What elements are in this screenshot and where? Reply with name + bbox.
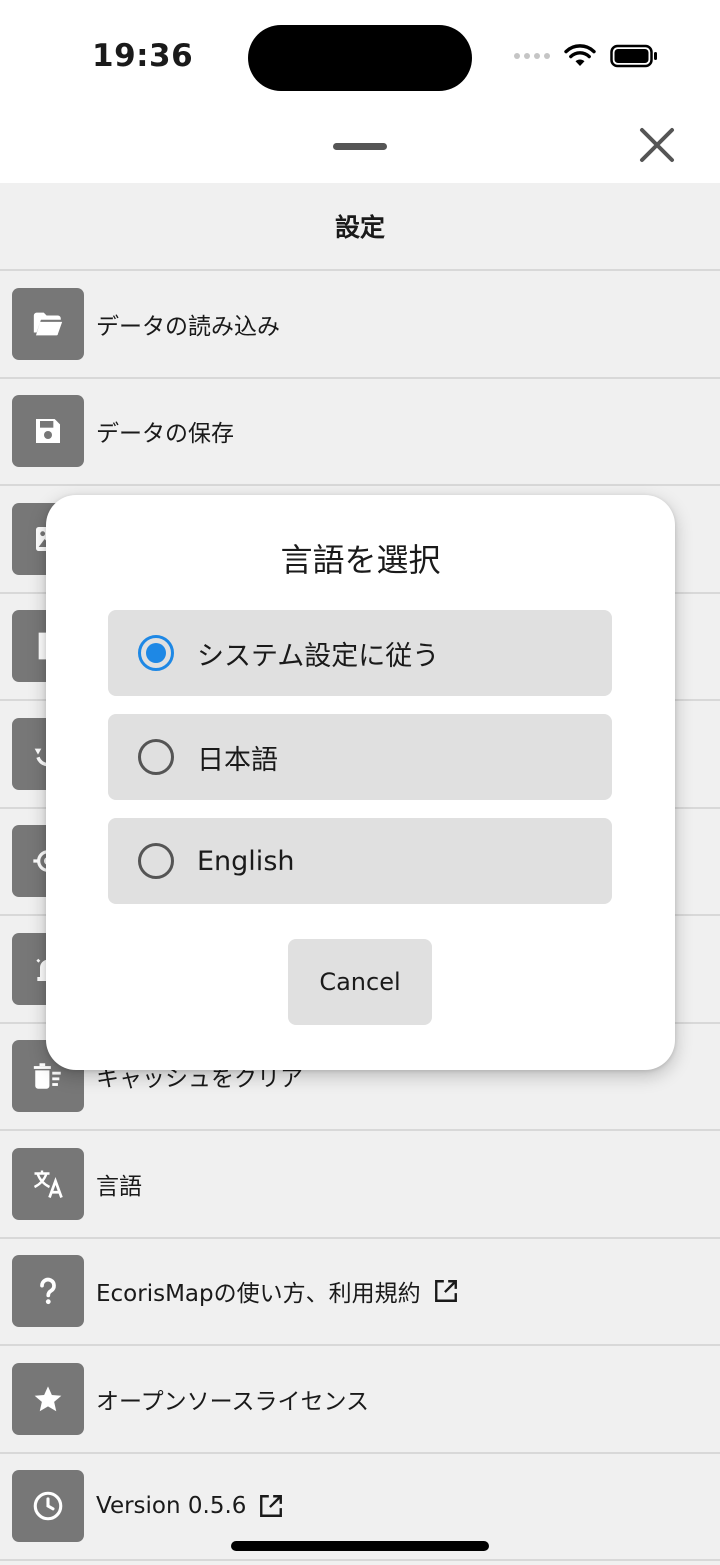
language-dialog: 言語を選択 システム設定に従う 日本語 English Cancel bbox=[46, 495, 675, 1070]
wifi-icon bbox=[564, 44, 596, 66]
close-icon bbox=[640, 128, 674, 162]
language-option-system[interactable]: システム設定に従う bbox=[108, 610, 612, 696]
menu-item-label: Version 0.5.6 bbox=[96, 1493, 247, 1520]
menu-item-label-row: EcorisMapの使い方、利用規約 bbox=[96, 1274, 459, 1308]
radio-unselected-icon[interactable] bbox=[138, 843, 174, 879]
settings-title: 設定 bbox=[0, 183, 720, 271]
sheet-header bbox=[0, 110, 720, 183]
menu-item-help[interactable]: EcorisMapの使い方、利用規約 bbox=[0, 1239, 720, 1346]
menu-item-label: EcorisMapの使い方、利用規約 bbox=[96, 1281, 421, 1308]
screen: 19:36 設定 データの読み込み データの保存 キャッシュをクリア 言語 Ec… bbox=[0, 0, 720, 1565]
language-option-japanese[interactable]: 日本語 bbox=[108, 714, 612, 800]
status-bar: 19:36 bbox=[0, 0, 720, 110]
signal-dots-icon bbox=[514, 53, 550, 59]
option-label: English bbox=[197, 845, 295, 877]
status-time: 19:36 bbox=[92, 38, 194, 74]
status-icons bbox=[514, 44, 658, 68]
open-in-new-icon bbox=[258, 1493, 284, 1519]
language-option-english[interactable]: English bbox=[108, 818, 612, 904]
translate-icon bbox=[12, 1147, 84, 1220]
folder-open-icon bbox=[12, 287, 84, 360]
menu-item-save-data[interactable]: データの保存 bbox=[0, 379, 720, 486]
clock-icon bbox=[12, 1470, 84, 1543]
battery-icon bbox=[610, 44, 657, 68]
option-label: システム設定に従う bbox=[197, 640, 440, 672]
open-in-new-icon bbox=[433, 1278, 459, 1304]
grabber-handle[interactable] bbox=[333, 143, 387, 150]
option-label: 日本語 bbox=[197, 744, 278, 776]
menu-item-label: データの読み込み bbox=[96, 313, 280, 340]
home-indicator bbox=[231, 1541, 489, 1551]
close-button[interactable] bbox=[634, 122, 680, 168]
dynamic-island bbox=[248, 25, 472, 91]
dialog-title: 言語を選択 bbox=[280, 541, 441, 579]
menu-item-load-data[interactable]: データの読み込み bbox=[0, 271, 720, 379]
cancel-button[interactable]: Cancel bbox=[288, 939, 432, 1025]
radio-selected-icon[interactable] bbox=[138, 635, 174, 671]
menu-item-language[interactable]: 言語 bbox=[0, 1131, 720, 1239]
menu-item-label-row: Version 0.5.6 bbox=[96, 1493, 284, 1519]
menu-item-label: データの保存 bbox=[96, 421, 234, 448]
menu-item-licenses[interactable]: オープンソースライセンス bbox=[0, 1346, 720, 1454]
save-icon bbox=[12, 395, 84, 468]
radio-unselected-icon[interactable] bbox=[138, 739, 174, 775]
menu-item-label: 言語 bbox=[96, 1173, 142, 1200]
help-icon bbox=[12, 1255, 84, 1328]
menu-item-label: オープンソースライセンス bbox=[96, 1388, 370, 1415]
star-icon bbox=[12, 1362, 84, 1435]
